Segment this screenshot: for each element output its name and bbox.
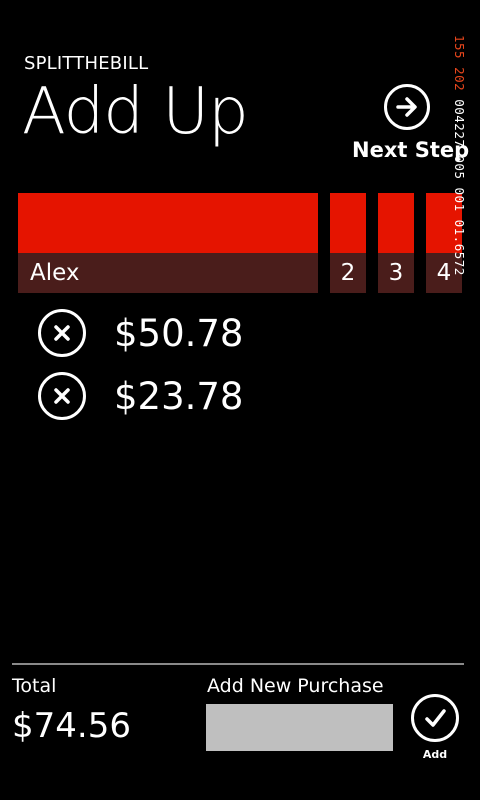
debug-counter-overlay: 155 202 004227 005 001 01.6572 xyxy=(452,35,467,276)
app-title: SPLITTHEBILL xyxy=(24,53,149,74)
purchase-amount: $23.78 xyxy=(114,374,244,418)
new-purchase-input[interactable] xyxy=(206,704,393,751)
total-value: $74.56 xyxy=(12,706,131,746)
remove-circle-icon[interactable] xyxy=(38,309,86,357)
debug-counter-value: 005 xyxy=(452,155,467,180)
debug-counter-value: 01.6572 xyxy=(452,219,467,276)
footer-divider xyxy=(12,663,464,665)
add-purchase-label: Add New Purchase xyxy=(207,675,384,697)
person-color-swatch xyxy=(378,193,414,253)
person-tile-3[interactable]: 3 xyxy=(378,193,414,293)
debug-counter-value: 001 xyxy=(452,187,467,212)
debug-counter-value: 202 xyxy=(452,67,467,92)
arrow-right-circle-icon xyxy=(384,84,430,130)
page-title: Add Up xyxy=(22,75,249,149)
person-name: 3 xyxy=(378,253,414,293)
add-button[interactable]: Add xyxy=(409,694,461,761)
person-name: Alex xyxy=(18,253,318,293)
debug-counter-value: 155 xyxy=(452,35,467,60)
debug-counter-value: 004227 xyxy=(452,99,467,148)
person-name: 2 xyxy=(330,253,366,293)
person-color-swatch xyxy=(18,193,318,253)
remove-circle-icon[interactable] xyxy=(38,372,86,420)
purchase-amount: $50.78 xyxy=(114,311,244,355)
total-label: Total xyxy=(12,675,57,697)
checkmark-circle-icon xyxy=(411,694,459,742)
purchase-row: $50.78 xyxy=(38,308,243,358)
purchase-row: $23.78 xyxy=(38,371,243,421)
next-step-button[interactable]: Next Step xyxy=(352,84,470,168)
person-tile-2[interactable]: 2 xyxy=(330,193,366,293)
person-tile-alex[interactable]: Alex xyxy=(18,193,318,293)
person-color-swatch xyxy=(330,193,366,253)
next-step-label: Next Step xyxy=(352,138,470,162)
add-button-label: Add xyxy=(422,748,448,761)
